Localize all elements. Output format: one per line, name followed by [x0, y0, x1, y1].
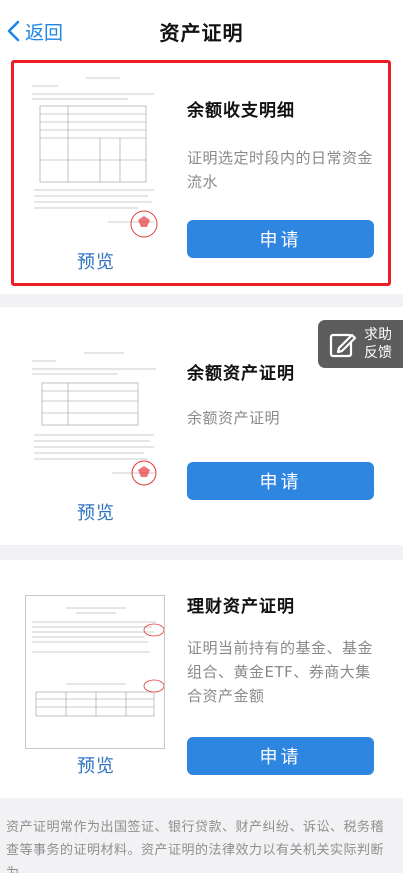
apply-button[interactable]: 申请: [187, 220, 374, 258]
certificate-card-balance-detail: 预览 余额收支明细 证明选定时段内的日常资金流水 申请: [0, 58, 403, 294]
preview-link[interactable]: 预览: [77, 248, 115, 274]
document-preview-image: [32, 77, 158, 238]
card-title: 理财资产证明: [187, 597, 295, 617]
document-thumbnail[interactable]: [28, 343, 164, 497]
document-thumbnail[interactable]: [25, 595, 165, 749]
preview-link[interactable]: 预览: [77, 752, 115, 778]
apply-button[interactable]: 申请: [187, 462, 374, 500]
card-description: 余额资产证明: [187, 409, 281, 427]
card-description: 证明选定时段内的日常资金流水: [187, 149, 374, 191]
help-label-line1: 求助: [364, 327, 392, 343]
card-title: 余额收支明细: [187, 101, 295, 121]
certificate-card-wealth-asset: 预览 理财资产证明 证明当前持有的基金、基金组合、黄金ETF、券商大集合资产金额…: [0, 560, 403, 798]
help-label: 求助 反馈: [364, 326, 392, 362]
help-feedback-button[interactable]: 求助 反馈: [318, 320, 403, 368]
card-description: 证明当前持有的基金、基金组合、黄金ETF、券商大集合资产金额: [187, 639, 374, 705]
document-preview-image: [32, 607, 164, 717]
preview-link[interactable]: 预览: [77, 499, 115, 525]
edit-icon: [329, 333, 357, 358]
card-title: 余额资产证明: [187, 364, 295, 384]
document-preview-image: [32, 352, 157, 486]
help-label-line2: 反馈: [364, 345, 392, 361]
apply-button[interactable]: 申请: [187, 737, 374, 775]
page-title: 资产证明: [159, 21, 244, 45]
nav-bar: 返回 资产证明: [0, 0, 403, 58]
document-thumbnail[interactable]: [28, 66, 164, 244]
footer-note: 资产证明常作为出国签证、银行贷款、财产纠纷、诉讼、税务稽查等事务的证明材料。资产…: [6, 820, 385, 873]
